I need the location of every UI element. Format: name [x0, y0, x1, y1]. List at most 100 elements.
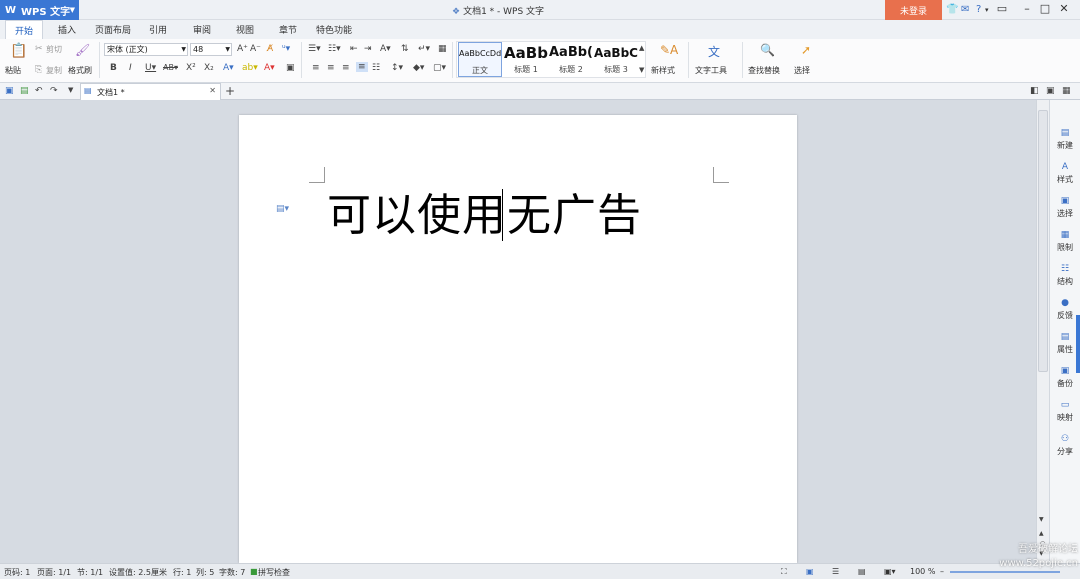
decrease-indent-icon[interactable]: ⇤ [350, 44, 358, 54]
cut-button[interactable]: 剪切 [46, 44, 62, 55]
sidebar-item-share[interactable]: ⚇ 分享 [1050, 434, 1080, 457]
gallery-more-icon[interactable]: ▼ [639, 66, 644, 74]
select-button[interactable]: 选择 [794, 65, 810, 76]
outline-view-icon[interactable]: ☰ [832, 567, 839, 576]
table-grid-icon[interactable]: ▦ [438, 44, 447, 54]
tab-page-layout[interactable]: 页面布局 [95, 23, 131, 36]
font-size-select[interactable]: 48 ▼ [190, 43, 232, 56]
vertical-scrollbar[interactable]: ▼ ▲ ○ ▼ [1036, 100, 1049, 563]
underline-icon[interactable]: U▾ [145, 63, 156, 73]
justify-icon[interactable]: ≡ [356, 62, 368, 72]
paste-icon[interactable]: 📋 [10, 43, 27, 59]
phonetic-icon[interactable]: ᵘ▾ [282, 44, 290, 54]
text-effect-icon[interactable]: A▾ [223, 63, 234, 73]
cut-icon[interactable]: ✂ [35, 44, 43, 54]
style-heading-3[interactable]: AaBbC 标题 3 [594, 42, 638, 77]
highlight-icon[interactable]: ab▾ [242, 63, 258, 73]
font-name-select[interactable]: 宋体 (正文) ▼ [104, 43, 188, 56]
document-page[interactable]: ▤▾ 可以使用无广告 [239, 115, 797, 563]
focus-mode-icon[interactable]: ⛶ [781, 567, 787, 577]
sort-icon[interactable]: ⇅ [401, 44, 409, 54]
tab-home[interactable]: 开始 [5, 20, 44, 39]
spell-check-button[interactable]: 拼写检查 [258, 567, 290, 578]
cursor-select-icon[interactable]: ➚ [801, 43, 811, 57]
close-tab-icon[interactable]: ✕ [209, 86, 216, 95]
shrink-font-icon[interactable]: A⁻ [250, 44, 261, 54]
sidebar-collapse-handle[interactable] [1076, 315, 1080, 373]
chinese-layout-icon[interactable]: A▾ [380, 44, 391, 54]
view-icon[interactable]: ◧ [1030, 86, 1039, 96]
align-right-icon[interactable]: ≡ [342, 63, 350, 73]
zoom-level[interactable]: 100 % [910, 567, 935, 576]
shading-icon[interactable]: ◆▾ [413, 63, 424, 73]
new-style-icon[interactable]: ✎A [660, 43, 678, 57]
find-replace-button[interactable]: 查找替换 [748, 65, 780, 76]
help-icon[interactable]: ? [976, 4, 981, 15]
scroll-up-icon[interactable]: ▲ [639, 44, 644, 52]
scroll-down-icon[interactable]: ▼ [1039, 516, 1044, 523]
redo-icon[interactable]: ↷ [50, 86, 58, 96]
borders-icon[interactable]: ▢▾ [433, 63, 446, 73]
font-color-icon[interactable]: A▾ [264, 63, 275, 73]
style-heading-1[interactable]: AaBb 标题 1 [504, 42, 548, 77]
paste-button[interactable]: 粘贴 [5, 65, 21, 76]
new-style-button[interactable]: 新样式 [651, 65, 675, 76]
text-tools-button[interactable]: 文字工具 [695, 65, 727, 76]
status-word-count[interactable]: 字数: 7 [219, 567, 245, 578]
undo-icon[interactable]: ↶ [35, 86, 43, 96]
italic-icon[interactable]: I [129, 63, 132, 73]
save-icon[interactable]: ▣ [5, 86, 14, 96]
paragraph-layout-icon[interactable]: ▤▾ [276, 204, 289, 214]
sidebar-item-new[interactable]: ▤ 新建 [1050, 128, 1080, 151]
prev-page-icon[interactable]: ▲ [1039, 530, 1044, 537]
chevron-down-icon[interactable]: ▼ [68, 86, 73, 94]
tab-insert[interactable]: 插入 [58, 23, 76, 36]
new-tab-icon[interactable]: + [225, 84, 235, 98]
increase-indent-icon[interactable]: ⇥ [364, 44, 372, 54]
document-tab[interactable]: ▤ 文档1 * ✕ [80, 83, 221, 100]
zoom-slider[interactable] [950, 571, 1060, 573]
chevron-down-icon[interactable]: ▾ [985, 6, 989, 14]
sidebar-item-select[interactable]: ▣ 选择 [1050, 196, 1080, 219]
tab-references[interactable]: 引用 [149, 23, 167, 36]
char-border-icon[interactable]: ▣ [286, 63, 295, 73]
sidebar-item-structure[interactable]: ☷ 结构 [1050, 264, 1080, 287]
bullets-icon[interactable]: ☰▾ [308, 44, 321, 54]
page-view-icon[interactable]: ▣ [806, 567, 814, 576]
sidebar-item-mapping[interactable]: ▭ 映射 [1050, 400, 1080, 423]
reading-view-icon[interactable]: ▣▾ [884, 567, 896, 576]
clear-format-icon[interactable]: A̸ [267, 44, 273, 54]
close-button[interactable]: ✕ [1055, 2, 1073, 15]
grow-font-icon[interactable]: A⁺ [237, 44, 248, 54]
line-spacing-icon[interactable]: ↕▾ [391, 63, 403, 73]
web-view-icon[interactable]: ▤ [858, 567, 866, 576]
text-tools-icon[interactable]: 文 [708, 43, 720, 60]
tab-review[interactable]: 审阅 [193, 23, 211, 36]
format-painter-button[interactable]: 格式刷 [68, 65, 92, 76]
sidebar-item-restrict[interactable]: ▦ 限制 [1050, 230, 1080, 253]
tab-chapter[interactable]: 章节 [279, 23, 297, 36]
align-center-icon[interactable]: ≡ [327, 63, 335, 73]
restore-layout-icon[interactable]: ▭ [993, 2, 1011, 15]
sidebar-item-style[interactable]: A 样式 [1050, 162, 1080, 185]
numbering-icon[interactable]: ☷▾ [328, 44, 341, 54]
copy-icon[interactable]: ⎘ [35, 65, 42, 75]
strikethrough-icon[interactable]: AB▾ [163, 63, 178, 72]
login-button[interactable]: 未登录 [885, 0, 942, 20]
format-painter-icon[interactable]: 🖌 [75, 43, 90, 57]
maximize-button[interactable]: □ [1036, 2, 1054, 15]
style-heading-2[interactable]: AaBb( 标题 2 [549, 42, 593, 77]
zoom-out-icon[interactable]: – [940, 567, 944, 576]
tab-view[interactable]: 视图 [236, 23, 254, 36]
fullscreen-icon[interactable]: ▦ [1062, 86, 1071, 96]
align-left-icon[interactable]: ≡ [312, 63, 320, 73]
feedback-icon[interactable]: ✉ [961, 4, 969, 15]
app-menu-button[interactable]: W WPS 文字 ▼ [0, 0, 79, 20]
distributed-icon[interactable]: ☷ [372, 63, 380, 73]
window-icon[interactable]: ▣ [1046, 86, 1055, 96]
status-setting-value[interactable]: 设置值: 2.5厘米 [109, 567, 167, 578]
bold-icon[interactable]: B [110, 63, 117, 73]
minimize-button[interactable]: – [1018, 2, 1036, 15]
magnifier-icon[interactable]: 🔍 [760, 43, 775, 57]
subscript-icon[interactable]: X₂ [204, 63, 214, 73]
